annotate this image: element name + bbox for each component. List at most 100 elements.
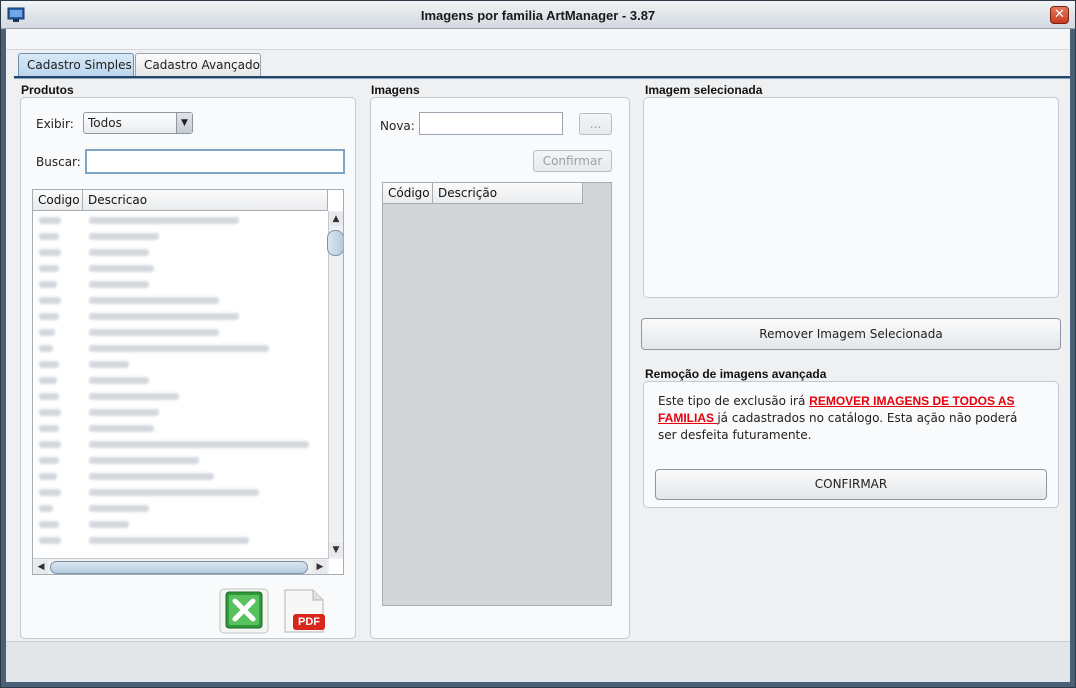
table-row[interactable] [33, 532, 309, 548]
table-row[interactable] [33, 276, 309, 292]
scroll-right-icon[interactable]: ▶ [313, 560, 327, 574]
horizontal-scroll-thumb[interactable] [50, 561, 308, 574]
obscured-cell [89, 456, 199, 464]
obscured-cell [39, 424, 59, 432]
table-row[interactable] [33, 308, 309, 324]
obscured-cell [39, 312, 59, 320]
produtos-horizontal-scrollbar[interactable]: ◀ ▶ [33, 558, 329, 574]
table-row[interactable] [33, 516, 309, 532]
obscured-cell [89, 344, 269, 352]
obscured-cell [39, 408, 61, 416]
obscured-cell [89, 216, 239, 224]
confirmar-imagem-button[interactable]: Confirmar [533, 150, 612, 172]
nova-label: Nova: [380, 119, 415, 133]
window-title: Imagens por familia ArtManager - 3.87 [420, 8, 656, 23]
table-row[interactable] [33, 452, 309, 468]
obscured-cell [89, 440, 309, 448]
obscured-cell [89, 264, 154, 272]
obscured-cell [39, 440, 61, 448]
table-row[interactable] [33, 468, 309, 484]
export-excel-button[interactable] [219, 588, 269, 634]
obscured-cell [89, 360, 129, 368]
table-row[interactable] [33, 292, 309, 308]
imagens-table: Código Descrição [382, 182, 612, 606]
obscured-cell [39, 376, 57, 384]
obscured-cell [89, 296, 219, 304]
table-row[interactable] [33, 388, 309, 404]
scroll-left-icon[interactable]: ◀ [34, 560, 48, 574]
buscar-label: Buscar: [36, 155, 81, 169]
exibir-label: Exibir: [36, 117, 74, 131]
table-row[interactable] [33, 244, 309, 260]
obscured-cell [89, 504, 149, 512]
obscured-cell [39, 264, 59, 272]
column-header-codigo[interactable]: Código [383, 183, 433, 204]
close-button[interactable]: ✕ [1050, 6, 1069, 24]
produtos-table-header: Codigo Descricao [33, 190, 328, 211]
tab-cadastro-simples[interactable]: Cadastro Simples [18, 53, 134, 76]
scroll-down-icon[interactable]: ▼ [329, 543, 343, 557]
client-area: Cadastro Simples Cadastro Avançado Produ… [6, 29, 1070, 682]
remover-imagem-selecionada-button[interactable]: Remover Imagem Selecionada [641, 318, 1061, 350]
remocao-avancada-title: Remoção de imagens avançada [645, 367, 827, 381]
remocao-avancada-panel: Este tipo de exclusão irá REMOVER IMAGEN… [643, 381, 1059, 508]
produtos-title: Produtos [21, 83, 74, 97]
obscured-cell [89, 520, 129, 528]
imagens-panel: Nova: ... Confirmar Código Descrição [370, 97, 630, 639]
column-header-codigo[interactable]: Codigo [33, 190, 83, 211]
table-row[interactable] [33, 212, 309, 228]
export-pdf-button[interactable]: PDF [279, 588, 329, 634]
status-bar [6, 641, 1070, 682]
imagens-title: Imagens [371, 83, 420, 97]
imagem-selecionada-title: Imagem selecionada [645, 83, 763, 97]
obscured-cell [39, 488, 61, 496]
exibir-select[interactable]: Todos ▼ [83, 112, 193, 134]
table-row[interactable] [33, 404, 309, 420]
nova-input[interactable] [419, 112, 563, 135]
produtos-vertical-scrollbar[interactable]: ▲ ▼ [327, 211, 343, 559]
confirmar-remocao-button[interactable]: CONFIRMAR [655, 469, 1047, 500]
table-row[interactable] [33, 500, 309, 516]
scroll-up-icon[interactable]: ▲ [329, 212, 343, 226]
buscar-input[interactable] [85, 149, 345, 174]
table-row[interactable] [33, 372, 309, 388]
obscured-cell [39, 536, 61, 544]
obscured-cell [89, 424, 154, 432]
column-header-descricao[interactable]: Descricao [83, 190, 328, 211]
vertical-scroll-thumb[interactable] [327, 230, 343, 256]
obscured-cell [39, 472, 57, 480]
table-row[interactable] [33, 420, 309, 436]
table-row[interactable] [33, 436, 309, 452]
table-row[interactable] [33, 356, 309, 372]
table-row[interactable] [33, 484, 309, 500]
table-row[interactable] [33, 260, 309, 276]
obscured-cell [39, 360, 59, 368]
obscured-cell [89, 232, 159, 240]
obscured-cell [39, 344, 53, 352]
table-row[interactable] [33, 324, 309, 340]
obscured-cell [39, 280, 57, 288]
obscured-cell [39, 456, 59, 464]
title-bar[interactable]: Imagens por familia ArtManager - 3.87 ✕ [1, 1, 1075, 29]
exibir-select-value: Todos [88, 116, 122, 130]
browse-button[interactable]: ... [579, 113, 612, 135]
obscured-cell [39, 392, 59, 400]
obscured-cell [89, 248, 149, 256]
obscured-cell [39, 504, 53, 512]
obscured-cell [89, 312, 239, 320]
column-header-descricao[interactable]: Descrição [433, 183, 583, 204]
obscured-cell [89, 488, 259, 496]
imagem-preview-area [643, 97, 1059, 298]
chevron-down-icon[interactable]: ▼ [176, 113, 192, 133]
obscured-cell [89, 392, 179, 400]
table-row[interactable] [33, 340, 309, 356]
toolbar-strip [6, 29, 1070, 50]
table-row[interactable] [33, 228, 309, 244]
tab-content: Produtos Exibir: Todos ▼ Buscar: Codigo … [6, 79, 1070, 641]
tab-cadastro-avancado[interactable]: Cadastro Avançado [135, 53, 261, 76]
produtos-table: Codigo Descricao ▲ ▼ ◀ ▶ [32, 189, 344, 575]
obscured-cell [89, 472, 214, 480]
produtos-table-rows [33, 212, 309, 548]
obscured-cell [89, 376, 149, 384]
obscured-cell [39, 296, 61, 304]
